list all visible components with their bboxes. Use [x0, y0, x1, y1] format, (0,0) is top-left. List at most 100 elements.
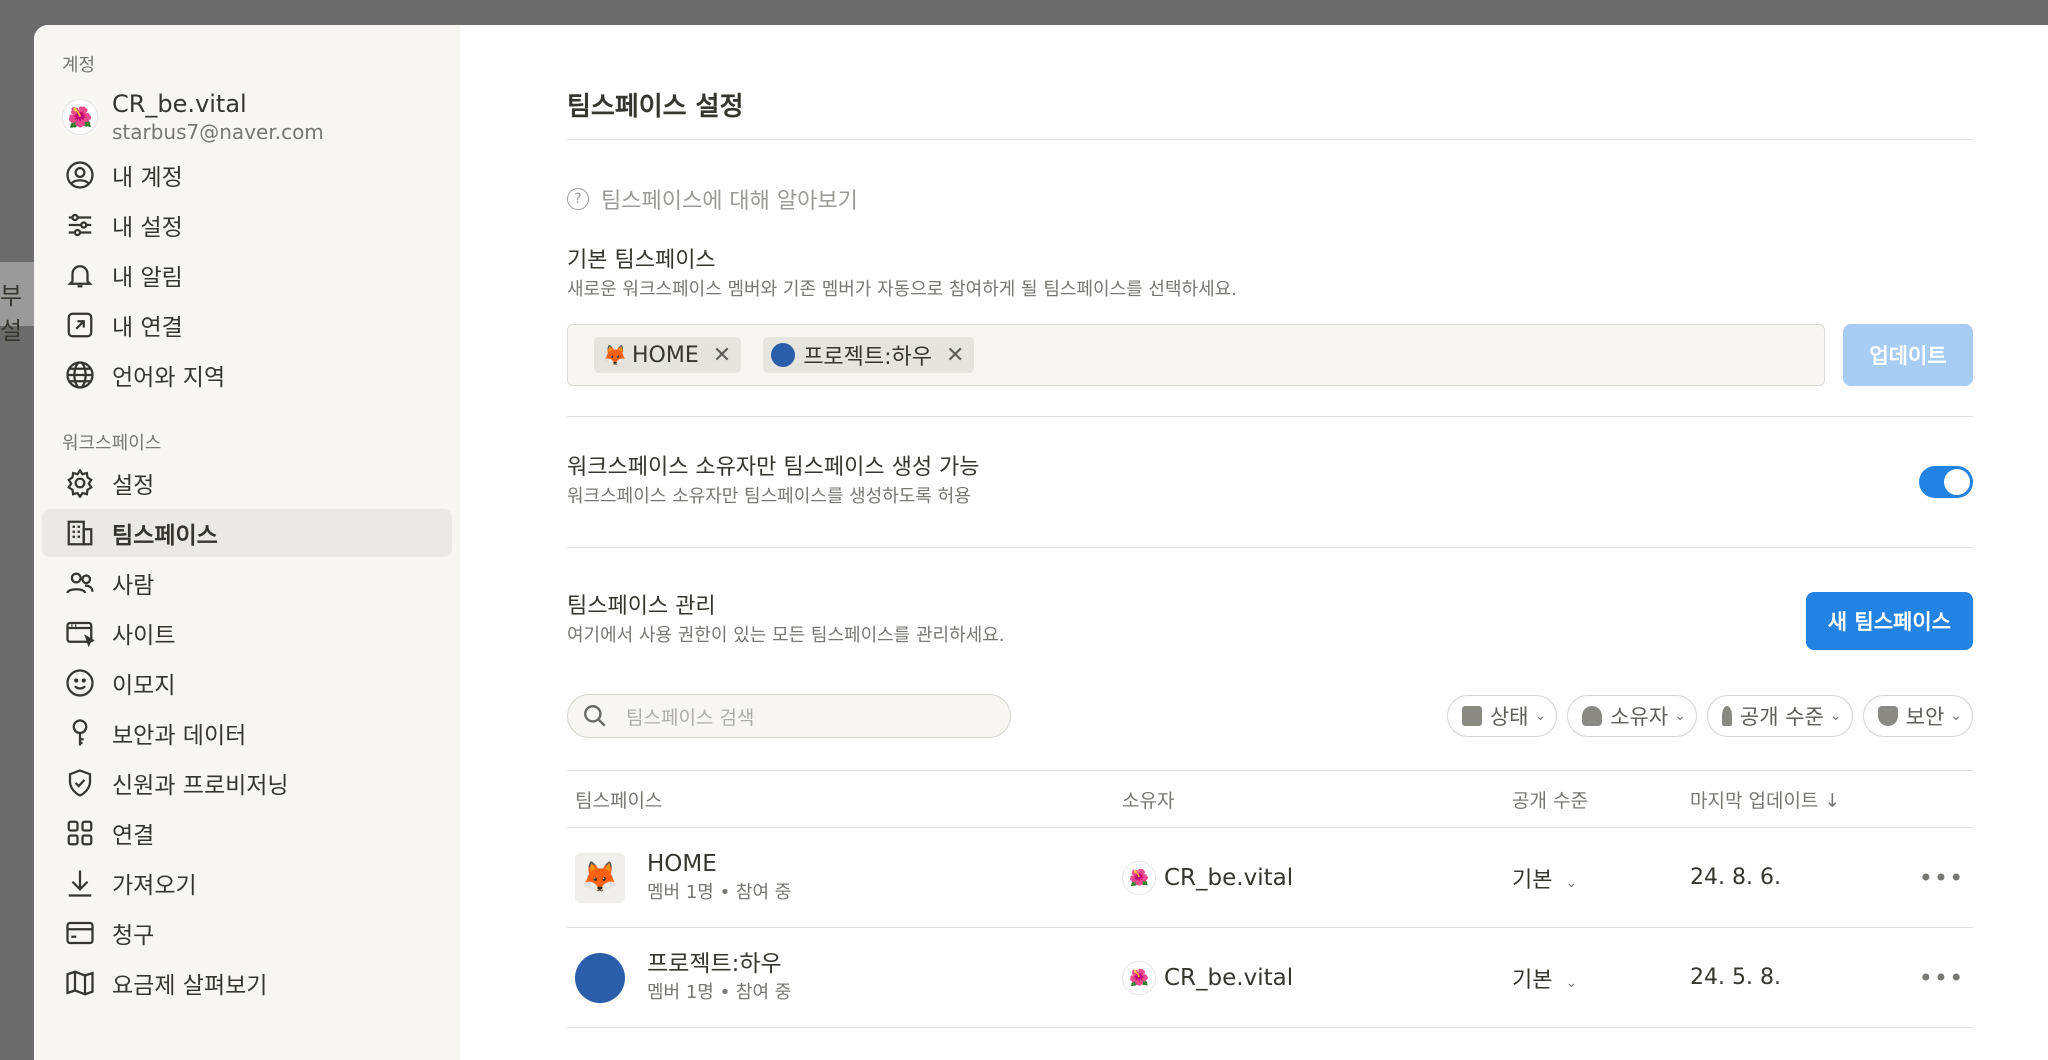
table-row[interactable]: 프로젝트:하우 멤버 1명 • 참여 중 🌺 CR_be.vital 기본 ⌄ …: [567, 928, 1973, 1028]
filter-label: 상태: [1489, 705, 1529, 729]
workspace-section-label: 워크스페이스: [62, 433, 162, 454]
sidebar-item-identity-provisioning[interactable]: 신원과 프로비저닝: [42, 759, 452, 807]
sidebar-item-my-connections[interactable]: 내 연결: [42, 301, 452, 349]
map-icon: [64, 967, 96, 999]
avatar: 🌺: [1122, 860, 1156, 895]
settings-main: 팀스페이스 설정 ? 팀스페이스에 대해 알아보기 기본 팀스페이스 새로운 워…: [460, 25, 2048, 1060]
section-desc: 여기에서 사용 권한이 있는 모든 팀스페이스를 관리하세요.: [567, 625, 1005, 646]
sidebar-item-label: 내 설정: [112, 215, 183, 241]
sidebar-item-my-settings[interactable]: 내 설정: [42, 201, 452, 249]
chevron-down-icon: ⌄: [1565, 974, 1578, 991]
filter-access[interactable]: 공개 수준 ⌄: [1706, 695, 1853, 737]
teamspace-table: 팀스페이스 소유자 공개 수준 마지막 업데이트 ↓ 🦊 HOME 멤버 1명 …: [567, 770, 1973, 1028]
credit-card-icon: [64, 917, 96, 949]
learn-link[interactable]: ? 팀스페이스에 대해 알아보기: [567, 184, 1973, 214]
more-options-icon[interactable]: •••: [1910, 964, 1973, 992]
project-logo-icon: [771, 343, 796, 367]
filter-row: 팀스페이스 검색 상태 ⌄ 소유자 ⌄ 공개 수준 ⌄ 보안 ⌄: [567, 694, 1973, 738]
close-icon[interactable]: ✕: [946, 343, 964, 368]
question-icon: ?: [567, 188, 589, 210]
tag-project: 프로젝트:하우 ✕: [763, 337, 975, 373]
sidebar-item-import[interactable]: 가져오기: [42, 859, 452, 907]
access-value: 기본: [1512, 967, 1553, 993]
divider: [567, 547, 1973, 548]
access-dropdown[interactable]: 기본 ⌄: [1512, 962, 1690, 994]
teamspace-meta: 멤버 1명 • 참여 중: [647, 881, 792, 903]
teamspace-name: HOME: [647, 850, 717, 877]
arrow-down-icon: ↓: [1824, 789, 1841, 812]
sidebar-item-label: 사이트: [112, 623, 176, 649]
default-teamspace-picker[interactable]: 🦊 HOME ✕ 프로젝트:하우 ✕: [567, 324, 1825, 386]
filter-label: 보안: [1905, 705, 1945, 729]
sidebar-item-emoji[interactable]: 이모지: [42, 659, 452, 707]
new-teamspace-button[interactable]: 새 팀스페이스: [1805, 592, 1973, 650]
sliders-icon: [64, 209, 96, 241]
sidebar-item-settings[interactable]: 설정: [42, 459, 452, 507]
header-teamspace[interactable]: 팀스페이스: [567, 786, 1122, 813]
more-options-icon[interactable]: •••: [1910, 864, 1973, 892]
avatar: 🌺: [62, 99, 98, 135]
sidebar-item-label: 이모지: [112, 673, 176, 699]
section-title: 팀스페이스 관리: [567, 594, 716, 619]
account-info: 🌺 CR_be.vital starbus7@naver.com: [42, 81, 452, 151]
sidebar-item-label: 청구: [112, 923, 155, 949]
teamspace-name: 프로젝트:하우: [647, 950, 782, 977]
header-owner[interactable]: 소유자: [1122, 786, 1512, 813]
key-icon: [64, 717, 96, 749]
access-value: 기본: [1512, 867, 1553, 893]
shield-check-icon: [64, 767, 96, 799]
section-title: 기본 팀스페이스: [567, 248, 716, 273]
sidebar-item-billing[interactable]: 청구: [42, 909, 452, 957]
sidebar-item-security-data[interactable]: 보안과 데이터: [42, 709, 452, 757]
external-link-icon: [64, 309, 96, 341]
owner-only-toggle[interactable]: [1919, 466, 1973, 498]
sidebar-item-label: 내 알림: [112, 265, 183, 291]
sidebar-item-label: 언어와 지역: [112, 365, 226, 391]
settings-sidebar: 계정 🌺 CR_be.vital starbus7@naver.com 내 계정…: [34, 25, 460, 1060]
filter-status[interactable]: 상태 ⌄: [1446, 695, 1558, 737]
tag-home: 🦊 HOME ✕: [594, 337, 742, 373]
sidebar-item-my-account[interactable]: 내 계정: [42, 151, 452, 199]
access-dropdown[interactable]: 기본 ⌄: [1512, 862, 1690, 894]
page-title: 팀스페이스 설정: [567, 92, 744, 122]
sidebar-item-label: 보안과 데이터: [112, 723, 247, 749]
sidebar-item-connections[interactable]: 연결: [42, 809, 452, 857]
update-button[interactable]: 업데이트: [1843, 324, 1973, 386]
search-input[interactable]: 팀스페이스 검색: [567, 694, 1011, 738]
default-teamspaces-section: 기본 팀스페이스 새로운 워크스페이스 멤버와 기존 멤버가 자동으로 참여하게…: [567, 246, 1973, 386]
gear-icon: [64, 467, 96, 499]
table-row[interactable]: 🦊 HOME 멤버 1명 • 참여 중 🌺 CR_be.vital 기본 ⌄ 2…: [567, 828, 1973, 928]
header-access[interactable]: 공개 수준: [1512, 786, 1690, 813]
sidebar-item-my-notifications[interactable]: 내 알림: [42, 251, 452, 299]
account-email: starbus7@naver.com: [112, 120, 324, 144]
section-desc: 워크스페이스 소유자만 팀스페이스를 생성하도록 허용: [567, 486, 971, 507]
sidebar-item-people[interactable]: 사람: [42, 559, 452, 607]
updated-date: 24. 5. 8.: [1690, 965, 1781, 990]
manage-section-header: 팀스페이스 관리 여기에서 사용 권한이 있는 모든 팀스페이스를 관리하세요.…: [567, 592, 1973, 650]
sidebar-item-sites[interactable]: 사이트: [42, 609, 452, 657]
people-icon: [64, 567, 96, 599]
teamspace-meta: 멤버 1명 • 참여 중: [647, 981, 792, 1003]
owner-cell: 🌺 CR_be.vital: [1122, 860, 1512, 895]
sidebar-item-label: 내 계정: [112, 165, 183, 191]
sidebar-item-label: 내 연결: [112, 315, 183, 341]
fox-icon: 🦊: [575, 852, 625, 903]
account-name: CR_be.vital: [112, 90, 247, 118]
header-updated[interactable]: 마지막 업데이트 ↓: [1690, 786, 1910, 813]
chevron-down-icon: ⌄: [1829, 708, 1842, 724]
section-desc: 새로운 워크스페이스 멤버와 기존 멤버가 자동으로 참여하게 될 팀스페이스를…: [567, 279, 1237, 300]
browser-icon: [64, 617, 96, 649]
sidebar-item-language-region[interactable]: 언어와 지역: [42, 351, 452, 399]
fox-icon: 🦊: [602, 343, 628, 367]
filter-owner[interactable]: 소유자 ⌄: [1567, 695, 1697, 737]
search-icon: [584, 705, 606, 727]
sidebar-item-label: 신원과 프로비저닝: [112, 773, 289, 799]
close-icon[interactable]: ✕: [713, 343, 731, 368]
filter-security[interactable]: 보안 ⌄: [1862, 695, 1973, 737]
owner-only-setting: 워크스페이스 소유자만 팀스페이스 생성 가능 워크스페이스 소유자만 팀스페이…: [567, 417, 1973, 547]
tag-label: 프로젝트:하우: [803, 345, 933, 370]
sidebar-item-plans[interactable]: 요금제 살펴보기: [42, 959, 452, 1007]
updated-date: 24. 8. 6.: [1690, 865, 1781, 890]
filter-label: 공개 수준: [1739, 705, 1824, 729]
sidebar-item-teamspaces[interactable]: 팀스페이스: [42, 509, 452, 557]
